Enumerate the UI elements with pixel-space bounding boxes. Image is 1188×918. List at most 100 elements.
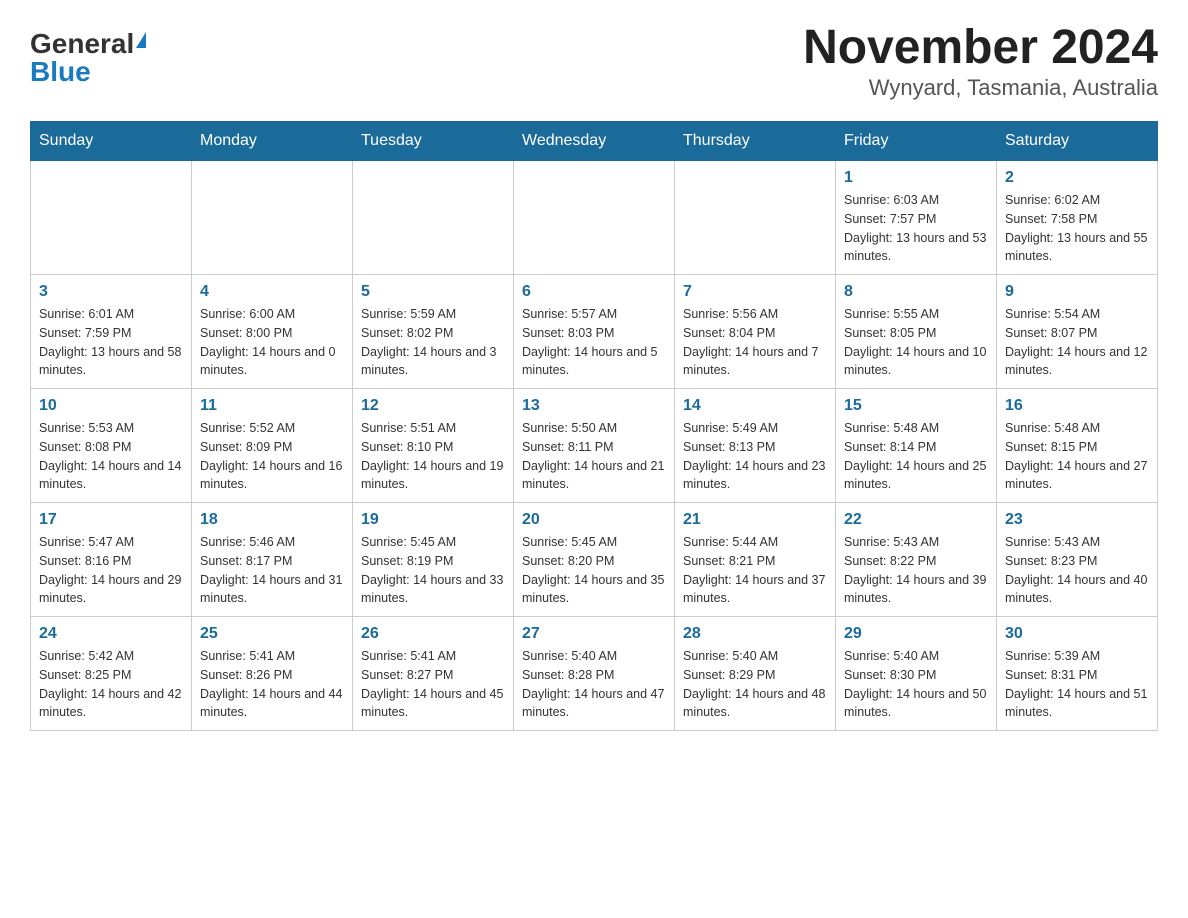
day-info: Sunrise: 5:48 AMSunset: 8:14 PMDaylight:… xyxy=(844,419,988,494)
calendar-cell xyxy=(192,161,353,275)
calendar-week-5: 24 Sunrise: 5:42 AMSunset: 8:25 PMDayligh… xyxy=(31,617,1158,731)
day-info: Sunrise: 5:41 AMSunset: 8:27 PMDaylight:… xyxy=(361,647,505,722)
calendar-cell: 28Sunrise: 5:40 AMSunset: 8:29 PMDayligh… xyxy=(675,617,836,731)
day-info: Sunrise: 5:41 AMSunset: 8:26 PMDaylight:… xyxy=(200,647,344,722)
day-number: 15 xyxy=(844,397,988,415)
day-number: 1 xyxy=(844,169,988,187)
calendar-cell: 10 Sunrise: 5:53 AMSunset: 8:08 PMDayligh… xyxy=(31,389,192,503)
day-number: 6 xyxy=(522,283,666,301)
title-section: November 2024 Wynyard, Tasmania, Austral… xyxy=(803,20,1158,101)
calendar-cell: 11 Sunrise: 5:52 AMSunset: 8:09 PMDayligh… xyxy=(192,389,353,503)
day-number: 19 xyxy=(361,511,505,529)
logo: General Blue xyxy=(30,30,146,86)
weekday-header-thursday: Thursday xyxy=(675,122,836,161)
day-number: 29 xyxy=(844,625,988,643)
day-info: Sunrise: 6:03 AMSunset: 7:57 PMDaylight:… xyxy=(844,191,988,266)
calendar-cell: 18 Sunrise: 5:46 AMSunset: 8:17 PMDayligh… xyxy=(192,503,353,617)
day-info: Sunrise: 5:53 AMSunset: 8:08 PMDaylight:… xyxy=(39,419,183,494)
day-info: Sunrise: 5:52 AMSunset: 8:09 PMDaylight:… xyxy=(200,419,344,494)
day-number: 25 xyxy=(200,625,344,643)
day-info: Sunrise: 5:55 AMSunset: 8:05 PMDaylight:… xyxy=(844,305,988,380)
day-number: 17 xyxy=(39,511,183,529)
calendar-cell: 14 Sunrise: 5:49 AMSunset: 8:13 PMDayligh… xyxy=(675,389,836,503)
calendar-cell xyxy=(514,161,675,275)
calendar-cell: 2Sunrise: 6:02 AMSunset: 7:58 PMDaylight… xyxy=(997,161,1158,275)
day-number: 14 xyxy=(683,397,827,415)
day-number: 9 xyxy=(1005,283,1149,301)
calendar-cell: 15 Sunrise: 5:48 AMSunset: 8:14 PMDayligh… xyxy=(836,389,997,503)
calendar-cell: 6 Sunrise: 5:57 AMSunset: 8:03 PMDaylight… xyxy=(514,275,675,389)
calendar-cell xyxy=(31,161,192,275)
day-number: 16 xyxy=(1005,397,1149,415)
day-info: Sunrise: 5:45 AMSunset: 8:19 PMDaylight:… xyxy=(361,533,505,608)
calendar-cell: 13 Sunrise: 5:50 AMSunset: 8:11 PMDayligh… xyxy=(514,389,675,503)
day-info: Sunrise: 5:44 AMSunset: 8:21 PMDaylight:… xyxy=(683,533,827,608)
calendar-cell: 20Sunrise: 5:45 AMSunset: 8:20 PMDayligh… xyxy=(514,503,675,617)
day-info: Sunrise: 6:00 AMSunset: 8:00 PMDaylight:… xyxy=(200,305,344,380)
weekday-header-sunday: Sunday xyxy=(31,122,192,161)
day-number: 27 xyxy=(522,625,666,643)
calendar-cell: 17 Sunrise: 5:47 AMSunset: 8:16 PMDayligh… xyxy=(31,503,192,617)
day-info: Sunrise: 5:39 AMSunset: 8:31 PMDaylight:… xyxy=(1005,647,1149,722)
calendar-cell: 16 Sunrise: 5:48 AMSunset: 8:15 PMDayligh… xyxy=(997,389,1158,503)
day-number: 2 xyxy=(1005,169,1149,187)
day-number: 22 xyxy=(844,511,988,529)
day-info: Sunrise: 5:50 AMSunset: 8:11 PMDaylight:… xyxy=(522,419,666,494)
calendar-cell: 21 Sunrise: 5:44 AMSunset: 8:21 PMDayligh… xyxy=(675,503,836,617)
calendar-cell: 25 Sunrise: 5:41 AMSunset: 8:26 PMDayligh… xyxy=(192,617,353,731)
day-info: Sunrise: 5:59 AMSunset: 8:02 PMDaylight:… xyxy=(361,305,505,380)
calendar-cell: 19 Sunrise: 5:45 AMSunset: 8:19 PMDayligh… xyxy=(353,503,514,617)
day-info: Sunrise: 5:47 AMSunset: 8:16 PMDaylight:… xyxy=(39,533,183,608)
weekday-header-tuesday: Tuesday xyxy=(353,122,514,161)
calendar-cell: 29Sunrise: 5:40 AMSunset: 8:30 PMDayligh… xyxy=(836,617,997,731)
calendar-cell: 1 Sunrise: 6:03 AMSunset: 7:57 PMDaylight… xyxy=(836,161,997,275)
weekday-header-saturday: Saturday xyxy=(997,122,1158,161)
day-number: 13 xyxy=(522,397,666,415)
day-number: 10 xyxy=(39,397,183,415)
day-info: Sunrise: 5:43 AMSunset: 8:23 PMDaylight:… xyxy=(1005,533,1149,608)
logo-general-text: General xyxy=(30,30,134,58)
day-number: 4 xyxy=(200,283,344,301)
day-number: 26 xyxy=(361,625,505,643)
day-info: Sunrise: 5:48 AMSunset: 8:15 PMDaylight:… xyxy=(1005,419,1149,494)
day-number: 23 xyxy=(1005,511,1149,529)
day-info: Sunrise: 5:57 AMSunset: 8:03 PMDaylight:… xyxy=(522,305,666,380)
calendar-cell xyxy=(353,161,514,275)
calendar-week-3: 10 Sunrise: 5:53 AMSunset: 8:08 PMDayligh… xyxy=(31,389,1158,503)
day-number: 7 xyxy=(683,283,827,301)
day-number: 28 xyxy=(683,625,827,643)
day-number: 8 xyxy=(844,283,988,301)
calendar-cell: 27Sunrise: 5:40 AMSunset: 8:28 PMDayligh… xyxy=(514,617,675,731)
day-number: 12 xyxy=(361,397,505,415)
day-number: 21 xyxy=(683,511,827,529)
header: General Blue November 2024 Wynyard, Tasm… xyxy=(30,20,1158,101)
calendar-cell: 26 Sunrise: 5:41 AMSunset: 8:27 PMDayligh… xyxy=(353,617,514,731)
calendar-week-4: 17 Sunrise: 5:47 AMSunset: 8:16 PMDayligh… xyxy=(31,503,1158,617)
calendar-table: SundayMondayTuesdayWednesdayThursdayFrid… xyxy=(30,121,1158,731)
calendar-cell: 7 Sunrise: 5:56 AMSunset: 8:04 PMDaylight… xyxy=(675,275,836,389)
day-info: Sunrise: 5:46 AMSunset: 8:17 PMDaylight:… xyxy=(200,533,344,608)
day-number: 30 xyxy=(1005,625,1149,643)
month-year-title: November 2024 xyxy=(803,20,1158,75)
day-info: Sunrise: 5:56 AMSunset: 8:04 PMDaylight:… xyxy=(683,305,827,380)
day-number: 24 xyxy=(39,625,183,643)
logo-blue-text: Blue xyxy=(30,58,91,86)
calendar-cell: 12Sunrise: 5:51 AMSunset: 8:10 PMDayligh… xyxy=(353,389,514,503)
weekday-header-friday: Friday xyxy=(836,122,997,161)
logo-triangle-icon xyxy=(136,32,146,48)
calendar-cell: 9 Sunrise: 5:54 AMSunset: 8:07 PMDaylight… xyxy=(997,275,1158,389)
calendar-cell: 30 Sunrise: 5:39 AMSunset: 8:31 PMDayligh… xyxy=(997,617,1158,731)
day-number: 18 xyxy=(200,511,344,529)
location-subtitle: Wynyard, Tasmania, Australia xyxy=(803,75,1158,101)
day-info: Sunrise: 5:49 AMSunset: 8:13 PMDaylight:… xyxy=(683,419,827,494)
weekday-header-monday: Monday xyxy=(192,122,353,161)
calendar-cell: 23 Sunrise: 5:43 AMSunset: 8:23 PMDayligh… xyxy=(997,503,1158,617)
day-number: 11 xyxy=(200,397,344,415)
day-number: 20 xyxy=(522,511,666,529)
day-info: Sunrise: 5:54 AMSunset: 8:07 PMDaylight:… xyxy=(1005,305,1149,380)
calendar-cell xyxy=(675,161,836,275)
calendar-week-1: 1 Sunrise: 6:03 AMSunset: 7:57 PMDaylight… xyxy=(31,161,1158,275)
day-info: Sunrise: 5:42 AMSunset: 8:25 PMDaylight:… xyxy=(39,647,183,722)
day-info: Sunrise: 6:01 AMSunset: 7:59 PMDaylight:… xyxy=(39,305,183,380)
day-info: Sunrise: 5:43 AMSunset: 8:22 PMDaylight:… xyxy=(844,533,988,608)
